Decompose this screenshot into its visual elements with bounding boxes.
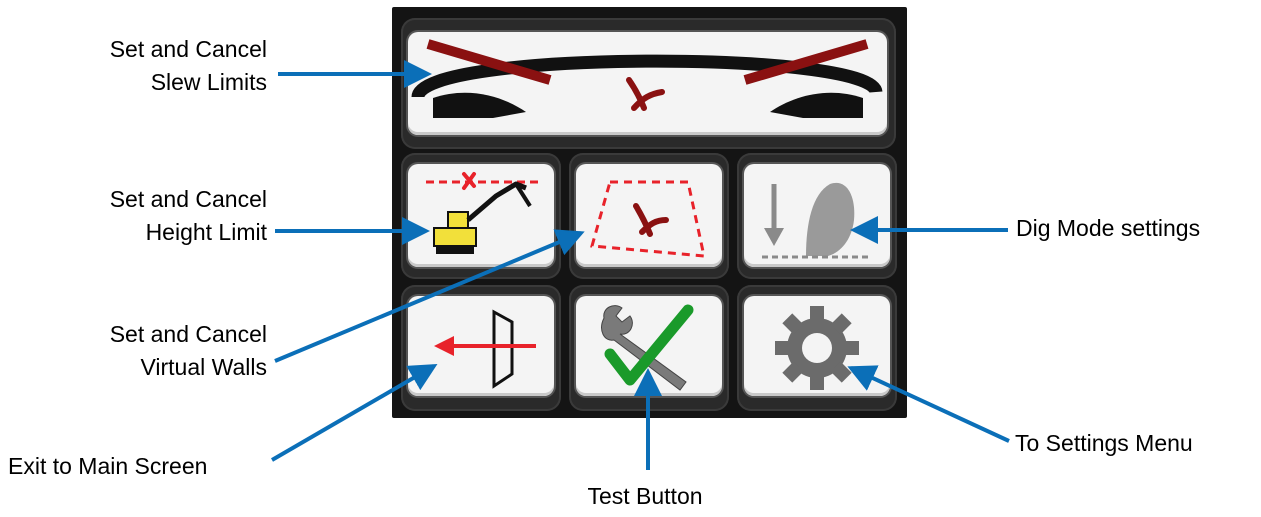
slew-limits-label-line2: Slew Limits [150, 69, 267, 95]
test-button[interactable] [576, 296, 722, 396]
settings-menu-label: To Settings Menu [1015, 430, 1193, 456]
settings-button[interactable] [744, 296, 890, 396]
height-limit-callout: Set and Cancel Height Limit [30, 183, 267, 249]
exit-main-button[interactable] [408, 296, 554, 396]
slew-limits-callout: Set and Cancel Slew Limits [30, 33, 267, 99]
test-button-label: Test Button [587, 483, 703, 509]
wrench-check-icon [601, 304, 694, 391]
virtual-walls-label-line1: Set and Cancel [109, 321, 267, 347]
height-limit-button[interactable] [408, 164, 554, 267]
virtual-walls-label-line2: Virtual Walls [140, 354, 267, 380]
dig-mode-button[interactable] [744, 164, 890, 267]
slew-limit-icon [411, 39, 883, 118]
slew-limits-button[interactable] [408, 32, 887, 135]
virtual-walls-button[interactable] [576, 164, 722, 267]
test-button-callout: Test Button [545, 480, 745, 513]
settings-menu-callout: To Settings Menu [1015, 427, 1193, 460]
gear-icon [775, 306, 859, 390]
exit-arrow-icon [434, 309, 536, 389]
height-limit-label-line1: Set and Cancel [109, 186, 267, 212]
exit-main-callout: Exit to Main Screen [8, 450, 207, 483]
height-limit-label-line2: Height Limit [145, 219, 267, 245]
dig-mode-icon [762, 182, 872, 259]
virtual-walls-callout: Set and Cancel Virtual Walls [30, 318, 267, 384]
dig-mode-label: Dig Mode settings [1016, 215, 1201, 241]
exit-main-label: Exit to Main Screen [8, 453, 208, 479]
slew-limits-label-line1: Set and Cancel [109, 36, 267, 62]
virtual-walls-icon [590, 180, 706, 258]
height-limit-icon [426, 172, 538, 254]
dig-mode-callout: Dig Mode settings [1016, 212, 1200, 245]
control-panel [392, 7, 907, 418]
